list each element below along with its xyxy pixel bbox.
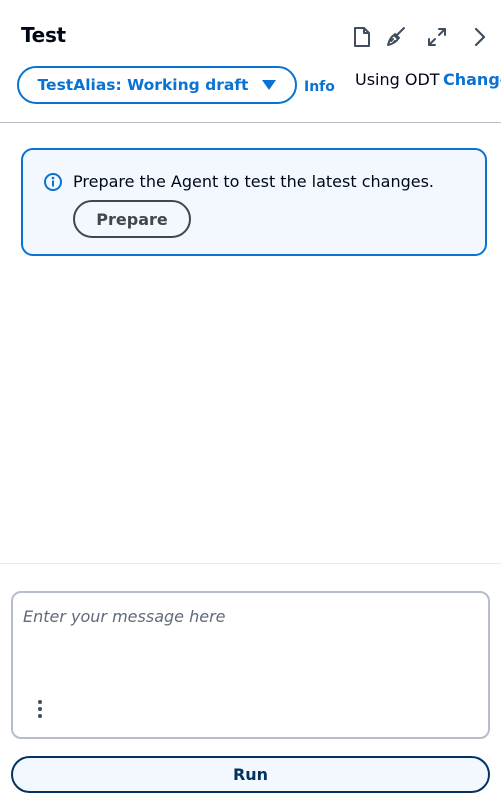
message-composer — [11, 591, 490, 739]
broom-icon[interactable] — [384, 25, 408, 49]
document-icon[interactable] — [350, 25, 374, 49]
odt-status-text: Using ODT — [355, 70, 440, 89]
message-input[interactable] — [23, 607, 473, 626]
panel-title: Test — [21, 23, 66, 47]
alias-selector-label: TestAlias: Working draft — [37, 76, 249, 94]
expand-icon[interactable] — [425, 25, 449, 49]
info-icon — [43, 172, 63, 192]
prepare-button[interactable]: Prepare — [73, 200, 191, 238]
alert-message: Prepare the Agent to test the latest cha… — [73, 172, 435, 191]
header-divider — [0, 122, 501, 123]
caret-down-icon — [262, 80, 277, 90]
more-options-icon[interactable] — [34, 697, 46, 721]
prepare-alert: Prepare the Agent to test the latest cha… — [21, 148, 487, 256]
composer-divider — [0, 563, 501, 564]
info-link[interactable]: Info — [304, 79, 335, 95]
run-button[interactable]: Run — [11, 756, 490, 793]
change-link[interactable]: Change — [443, 70, 501, 89]
alias-selector-button[interactable]: TestAlias: Working draft — [17, 66, 297, 104]
chevron-right-icon[interactable] — [468, 25, 492, 49]
